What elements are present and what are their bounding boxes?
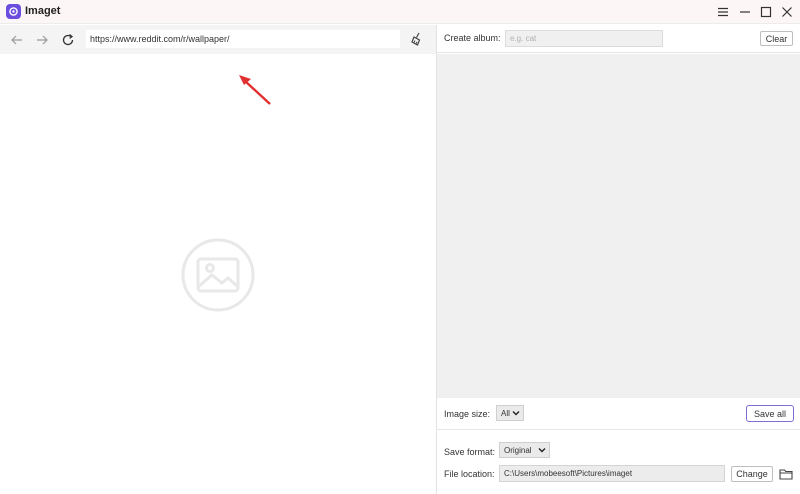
refresh-icon[interactable] — [59, 31, 77, 49]
browser-panel — [0, 25, 436, 494]
back-arrow-icon[interactable] — [8, 31, 26, 49]
title-bar: Imaget — [0, 0, 800, 24]
minimize-icon[interactable] — [736, 3, 754, 21]
broom-icon[interactable] — [409, 31, 427, 49]
chevron-down-icon — [512, 411, 520, 416]
file-location-field: C:\Users\mobeesoft\Pictures\imaget — [499, 465, 725, 482]
close-icon[interactable] — [778, 3, 796, 21]
placeholder-image-icon — [181, 238, 255, 312]
save-format-select[interactable]: Original — [499, 442, 550, 458]
image-size-select[interactable]: All — [496, 405, 524, 421]
url-input[interactable] — [86, 30, 400, 48]
annotation-arrow-icon — [239, 75, 271, 105]
forward-arrow-icon[interactable] — [33, 31, 51, 49]
save-format-label: Save format: — [444, 447, 496, 457]
image-size-bar: Image size: All Save all — [437, 398, 800, 430]
save-all-button[interactable]: Save all — [746, 405, 794, 422]
save-format-value: Original — [504, 445, 532, 455]
clear-button[interactable]: Clear — [760, 31, 793, 46]
maximize-icon[interactable] — [757, 3, 775, 21]
album-name-input[interactable] — [505, 30, 663, 47]
menu-icon[interactable] — [714, 3, 732, 21]
create-album-label: Create album: — [444, 33, 501, 43]
save-settings: Save format: Original File location: C:\… — [437, 431, 800, 494]
image-size-value: All — [501, 408, 510, 418]
file-location-label: File location: — [444, 469, 495, 479]
image-panel: Create album: Clear Image size: All Save… — [437, 25, 800, 494]
app-logo-icon — [6, 4, 21, 19]
album-bar: Create album: Clear — [437, 25, 800, 53]
image-size-label: Image size: — [444, 409, 491, 419]
folder-icon[interactable] — [779, 467, 793, 481]
change-location-button[interactable]: Change — [731, 466, 773, 482]
image-gallery — [437, 54, 800, 398]
browser-toolbar — [0, 25, 436, 54]
app-title: Imaget — [25, 5, 61, 17]
chevron-down-icon — [538, 448, 546, 453]
